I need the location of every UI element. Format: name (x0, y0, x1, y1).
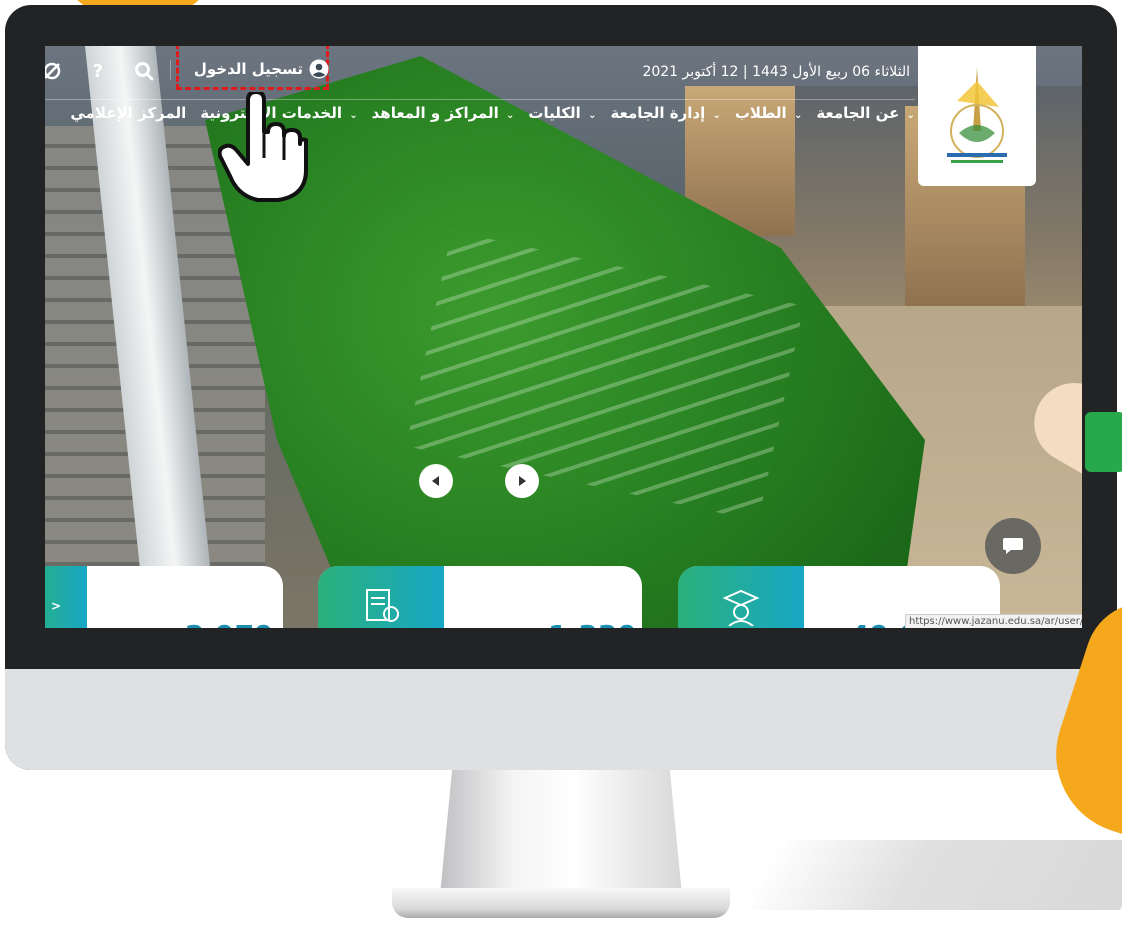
arrow-left-icon (432, 476, 439, 486)
login-label: تسجيل الدخول (193, 59, 303, 78)
chevron-down-icon: ⌄ (793, 110, 803, 121)
stat-card[interactable]: > 2,979 (45, 566, 283, 628)
chevron-down-icon: ⌄ (588, 110, 597, 121)
nav-item-colleges[interactable]: الكليات ⌄ (528, 104, 596, 134)
login-button[interactable]: تسجيل الدخول (179, 46, 329, 91)
chevron-down-icon: ⌄ (505, 110, 515, 121)
nav-item-about[interactable]: عن الجامعة ⌄ (816, 104, 915, 134)
help-icon: ? (92, 60, 104, 82)
nav-item-media[interactable]: المركز الإعلامي (70, 104, 186, 134)
chevron-down-icon: ⌄ (712, 110, 721, 121)
stat-value: 1,330 (548, 619, 637, 628)
floor-shadow (739, 840, 1122, 910)
header-separator (120, 60, 121, 80)
stat-card[interactable]: 1,330 (318, 566, 642, 628)
user-circle-icon (309, 59, 329, 78)
website-screen: الثلاثاء 06 ربيع الأول 1443 | 12 أكتوبر … (45, 46, 1082, 628)
graduate-icon (722, 589, 760, 626)
help-button[interactable]: ? (85, 58, 111, 84)
nav-item-students[interactable]: الطلاب ⌄ (735, 104, 802, 134)
top-bar: الثلاثاء 06 ربيع الأول 1443 | 12 أكتوبر … (45, 46, 1082, 186)
slider-next-button[interactable] (505, 464, 539, 498)
stat-value: 2,979 (185, 619, 274, 628)
chevron-right-icon: > (50, 599, 62, 613)
header-separator (170, 60, 171, 80)
main-nav: عن الجامعة ⌄ الطلاب ⌄ إدارة الجامعة ⌄ ال… (45, 104, 915, 134)
nav-item-centers[interactable]: المراكز و المعاهد ⌄ (372, 104, 515, 134)
header-date: الثلاثاء 06 ربيع الأول 1443 | 12 أكتوبر … (642, 64, 910, 80)
monitor-stand-base (392, 888, 730, 918)
decor-sleeve (1085, 412, 1122, 472)
monitor-chin (5, 669, 1117, 770)
accessibility-button[interactable] (45, 58, 65, 84)
stat-card-icon-panel: > (45, 566, 87, 628)
monitor-stand-neck (440, 770, 682, 895)
hand-pointer-icon (218, 92, 308, 202)
contrast-icon (45, 62, 61, 80)
stat-card-icon-panel (318, 566, 444, 628)
search-button[interactable] (131, 58, 157, 84)
chat-bubble-icon (1003, 538, 1023, 554)
university-logo[interactable] (918, 46, 1036, 186)
stat-card-icon-panel (678, 566, 804, 628)
chat-button[interactable] (985, 518, 1041, 574)
nav-item-administration[interactable]: إدارة الجامعة ⌄ (610, 104, 720, 134)
nav-divider (45, 99, 915, 100)
arrow-right-icon (519, 476, 526, 486)
chevron-down-icon: ⌄ (906, 110, 915, 121)
browser-status-url: https://www.jazanu.edu.sa/ar/user/lo (905, 614, 1082, 628)
slider-prev-button[interactable] (419, 464, 453, 498)
logo-emblem-icon (947, 67, 1007, 163)
research-icon (366, 589, 399, 622)
chevron-down-icon: ⌄ (349, 110, 358, 121)
search-icon (135, 62, 154, 81)
